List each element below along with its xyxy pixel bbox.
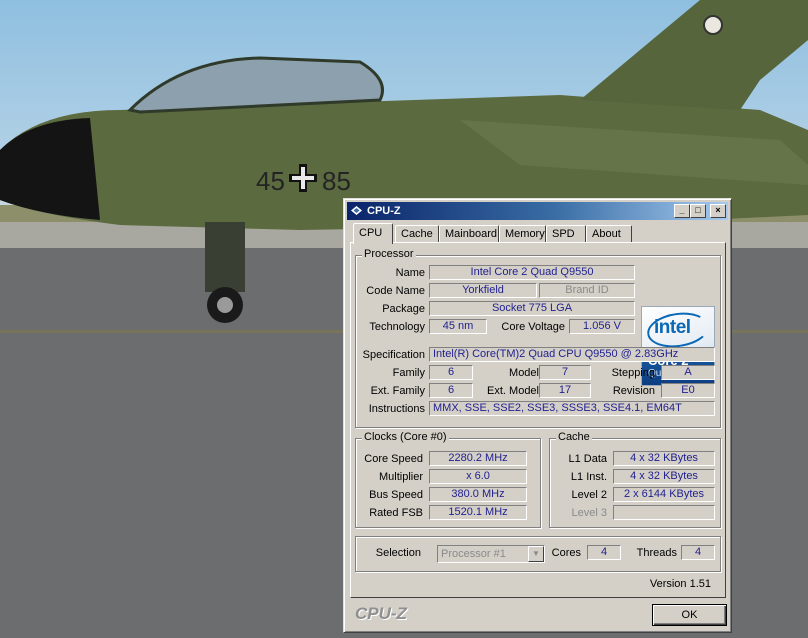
processor-select-value: Processor #1	[441, 548, 506, 560]
tab-cpu[interactable]: CPU	[353, 223, 393, 244]
minimize-button[interactable]: _	[674, 204, 690, 218]
model-value: 7	[539, 365, 591, 380]
level3-value	[613, 505, 715, 520]
window-title: CPU-Z	[367, 205, 401, 217]
cache-group-label: Cache	[556, 431, 592, 443]
l1-data-value: 4 x 32 KBytes	[613, 451, 715, 466]
ext-family-label: Ext. Family	[370, 385, 425, 397]
tab-about[interactable]: About	[586, 225, 632, 243]
rated-fsb-label: Rated FSB	[369, 507, 423, 519]
core-voltage-value: 1.056 V	[569, 319, 635, 334]
package-value: Socket 775 LGA	[429, 301, 635, 316]
name-value: Intel Core 2 Quad Q9550	[429, 265, 635, 280]
instructions-label: Instructions	[368, 403, 425, 415]
tab-mainboard[interactable]: Mainboard	[439, 225, 499, 243]
tab-cache[interactable]: Cache	[395, 225, 439, 243]
family-label: Family	[392, 367, 425, 379]
package-label: Package	[382, 303, 425, 315]
ok-button[interactable]: OK	[652, 604, 727, 626]
brand-id-value: Brand ID	[539, 283, 635, 298]
ext-model-value: 17	[539, 383, 591, 398]
threads-label: Threads	[636, 547, 677, 559]
family-value: 6	[429, 365, 473, 380]
l1-data-label: L1 Data	[568, 453, 607, 465]
processor-group-label: Processor	[362, 248, 416, 260]
rated-fsb-value: 1520.1 MHz	[429, 505, 527, 520]
specification-label: Specification	[362, 349, 425, 361]
chevron-down-icon[interactable]: ▼	[528, 546, 544, 562]
cpuz-app-icon	[351, 206, 362, 215]
name-label: Name	[395, 267, 425, 279]
multiplier-value: x 6.0	[429, 469, 527, 484]
level2-label: Level 2	[571, 489, 607, 501]
level2-value: 2 x 6144 KBytes	[613, 487, 715, 502]
cores-label: Cores	[551, 547, 581, 559]
ext-model-label: Ext. Model	[487, 385, 539, 397]
threads-value: 4	[681, 545, 715, 560]
stepping-value: A	[661, 365, 715, 380]
revision-value: E0	[661, 383, 715, 398]
maximize-button[interactable]: □	[690, 204, 706, 218]
multiplier-label: Multiplier	[378, 471, 423, 483]
stepping-label: Stepping	[611, 367, 655, 379]
tab-memory[interactable]: Memory	[499, 225, 546, 243]
jet-number-right: 85	[322, 166, 351, 196]
logo-brand: intel	[654, 317, 691, 338]
tab-spd[interactable]: SPD	[546, 225, 586, 243]
version-text: Version 1.51	[649, 578, 711, 590]
revision-label: Revision	[612, 385, 655, 397]
close-button[interactable]: ×	[710, 204, 726, 218]
l1-inst-label: L1 Inst.	[570, 471, 607, 483]
bus-speed-value: 380.0 MHz	[429, 487, 527, 502]
cores-value: 4	[587, 545, 621, 560]
clocks-group-label: Clocks (Core #0)	[362, 431, 449, 443]
model-label: Model	[509, 367, 539, 379]
core-voltage-label: Core Voltage	[501, 321, 565, 333]
specification-value: Intel(R) Core(TM)2 Quad CPU Q9550 @ 2.83…	[429, 347, 715, 362]
processor-select[interactable]: Processor #1 ▼	[437, 545, 545, 563]
bus-speed-label: Bus Speed	[369, 489, 423, 501]
codename-value: Yorkfield	[429, 283, 537, 298]
level3-label: Level 3	[571, 507, 607, 519]
title-bar[interactable]: CPU-Z _ □ ×	[347, 202, 728, 220]
cpuz-window: CPU-Z _ □ × CPU Cache Mainboard Memory S…	[343, 198, 732, 633]
codename-label: Code Name	[366, 285, 425, 297]
technology-label: Technology	[369, 321, 425, 333]
cpu-tab-panel: Processor Name Intel Core 2 Quad Q9550 C…	[350, 242, 726, 598]
cpuz-brand-logo: CPU-Z	[355, 604, 407, 623]
ext-family-value: 6	[429, 383, 473, 398]
technology-value: 45 nm	[429, 319, 487, 334]
jet-number-left: 45	[256, 166, 285, 196]
core-speed-value: 2280.2 MHz	[429, 451, 527, 466]
selection-label: Selection	[375, 547, 421, 559]
core-speed-label: Core Speed	[364, 453, 423, 465]
instructions-value: MMX, SSE, SSE2, SSE3, SSSE3, SSE4.1, EM6…	[429, 401, 715, 416]
l1-inst-value: 4 x 32 KBytes	[613, 469, 715, 484]
